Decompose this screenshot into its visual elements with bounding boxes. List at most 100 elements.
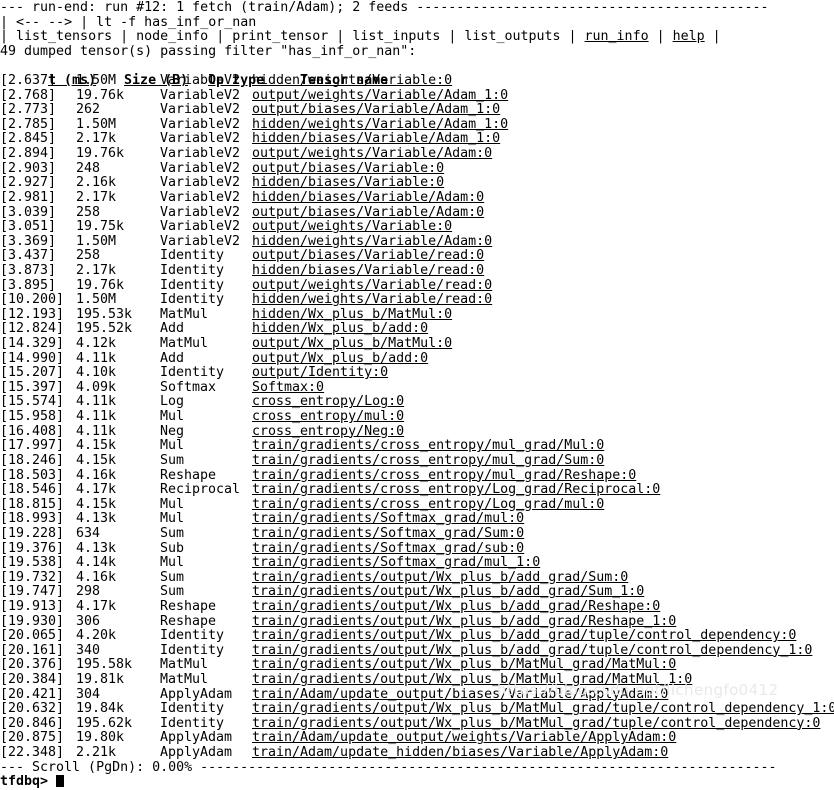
cell-size: 4.17k xyxy=(76,482,117,498)
menu-item-print-tensor[interactable]: print_tensor xyxy=(232,29,328,44)
cell-tensor-name-link[interactable]: train/gradients/output/Wx_plus_b/MatMul_… xyxy=(252,658,676,673)
cell-tensor-name-link[interactable]: train/gradients/output/Wx_plus_b/add_gra… xyxy=(252,599,660,615)
cell-op-type: Mul xyxy=(160,511,185,527)
cell-tensor-name-link[interactable]: output/Wx_plus_b/MatMul:0 xyxy=(252,336,452,352)
cell-tensor-name-link[interactable]: output/weights/Variable/Adam_1:0 xyxy=(252,88,508,104)
cell-size: 4.11k xyxy=(76,350,117,366)
cell-tensor-name-link[interactable]: output/Wx_plus_b/add:0 xyxy=(252,351,428,367)
cell-tensor-name-link[interactable]: train/gradients/cross_entropy/Log_grad/R… xyxy=(252,482,660,498)
command-prompt-line[interactable]: tfdbq> xyxy=(0,774,834,790)
cell-tensor-name-link[interactable]: output/weights/Variable/Adam:0 xyxy=(252,146,492,162)
cell-size: 258 xyxy=(76,204,101,220)
cell-tensor-name-link[interactable]: hidden/Wx_plus_b/add:0 xyxy=(252,322,428,337)
cell-tensor-name-link[interactable]: train/gradients/output/Wx_plus_b/MatMul_… xyxy=(252,702,834,717)
nav-forward-button[interactable]: --> xyxy=(48,15,72,30)
cell-size: 1.50M xyxy=(76,233,117,249)
menu-item-list-tensors[interactable]: list_tensors xyxy=(16,29,112,44)
table-row: [18.815] 4.15k Mul train/gradients/cross_en… xyxy=(0,497,834,513)
cell-size: 19.76k xyxy=(76,146,125,162)
cell-time: [18.246] xyxy=(0,452,65,468)
cell-tensor-name-link[interactable]: output/biases/Variable/Adam_1:0 xyxy=(252,103,500,118)
cell-tensor-name-link[interactable]: hidden/biases/Variable/Adam:0 xyxy=(252,190,484,206)
cell-tensor-name-link[interactable]: train/gradients/cross_entropy/mul_grad/S… xyxy=(252,453,604,469)
cell-op-type: Mul xyxy=(160,555,185,571)
text-cursor xyxy=(56,775,65,788)
cell-tensor-name-link[interactable]: output/biases/Variable/Adam:0 xyxy=(252,205,484,221)
cell-time: [19.930] xyxy=(0,613,65,629)
cell-tensor-name-link[interactable]: train/Adam/update_output/biases/Variable… xyxy=(252,687,668,703)
cell-size: 248 xyxy=(76,160,101,176)
cell-time: [17.997] xyxy=(0,438,65,454)
cell-tensor-name-link[interactable]: Softmax:0 xyxy=(252,380,324,396)
cell-time: [16.408] xyxy=(0,423,65,439)
cell-tensor-name-link[interactable]: output/weights/Variable/read:0 xyxy=(252,278,492,294)
cell-tensor-name-link[interactable]: train/gradients/output/Wx_plus_b/add_gra… xyxy=(252,614,676,630)
menu-separator: | xyxy=(112,29,137,45)
cell-tensor-name-link[interactable]: hidden/weights/Variable/read:0 xyxy=(252,293,492,308)
table-row: [15.958] 4.11k Mul cross_entropy/mul:0 xyxy=(0,409,834,425)
cell-time: [3.039] xyxy=(0,204,57,220)
cell-tensor-name-link[interactable]: hidden/biases/Variable/Adam_1:0 xyxy=(252,132,500,147)
cell-tensor-name-link[interactable]: hidden/weights/Variable:0 xyxy=(252,73,452,89)
menu-item-node-info[interactable]: node_info xyxy=(136,29,208,44)
cell-op-type: Softmax xyxy=(160,379,217,395)
cell-tensor-name-link[interactable]: output/Identity:0 xyxy=(252,366,388,381)
cell-tensor-name-link[interactable]: hidden/weights/Variable/Adam:0 xyxy=(252,234,492,250)
table-row: [2.903] 248 VariableV2 output/biases/Variab… xyxy=(0,160,834,177)
cell-size: 1.50M xyxy=(76,73,117,89)
cell-tensor-name-link[interactable]: cross_entropy/Neg:0 xyxy=(252,424,404,440)
cell-tensor-name-link[interactable]: train/gradients/Softmax_grad/Sum:0 xyxy=(252,526,524,542)
cell-tensor-name-link[interactable]: train/gradients/Softmax_grad/mul:0 xyxy=(252,512,524,527)
cell-tensor-name-link[interactable]: train/gradients/cross_entropy/mul_grad/M… xyxy=(252,439,604,454)
cell-tensor-name-link[interactable]: train/gradients/output/Wx_plus_b/add_gra… xyxy=(252,585,644,600)
cell-op-type: Sum xyxy=(160,569,185,585)
nav-back-button[interactable]: <-- xyxy=(16,15,40,30)
table-row: [18.993] 4.13k Mul train/gradients/Softmax_… xyxy=(0,512,834,527)
menu-item-list-inputs[interactable]: list_inputs xyxy=(352,29,440,44)
cell-size: 4.13k xyxy=(76,540,117,556)
cell-tensor-name-link[interactable]: cross_entropy/mul:0 xyxy=(252,409,404,425)
cell-tensor-name-link[interactable]: output/weights/Variable:0 xyxy=(252,220,452,235)
cell-op-type: Sum xyxy=(160,584,185,600)
cell-size: 304 xyxy=(76,686,101,702)
cell-time: [19.732] xyxy=(0,569,65,585)
table-row: [2.785] 1.50M VariableV2 hidden/weights/Var… xyxy=(0,117,834,133)
cell-tensor-name-link[interactable]: train/gradients/output/Wx_plus_b/MatMul_… xyxy=(252,672,692,688)
cell-tensor-name-link[interactable]: train/gradients/output/Wx_plus_b/add_gra… xyxy=(252,629,796,644)
cell-size: 19.76k xyxy=(76,277,125,293)
cell-time: [20.846] xyxy=(0,715,65,731)
table-row: [3.369] 1.50M VariableV2 hidden/weights/Var… xyxy=(0,233,834,250)
cell-tensor-name-link[interactable]: hidden/Wx_plus_b/MatMul:0 xyxy=(252,307,452,323)
cell-tensor-name-link[interactable]: train/gradients/Softmax_grad/sub:0 xyxy=(252,541,524,557)
menu-separator: | xyxy=(648,29,673,45)
cell-time: [19.747] xyxy=(0,584,65,600)
cell-tensor-name-link[interactable]: output/biases/Variable:0 xyxy=(252,161,444,177)
cell-tensor-name-link[interactable]: train/gradients/output/Wx_plus_b/MatMul_… xyxy=(252,716,820,732)
cell-tensor-name-link[interactable]: train/gradients/cross_entropy/mul_grad/R… xyxy=(252,468,636,484)
cell-op-type: Identity xyxy=(160,701,225,717)
cell-tensor-name-link[interactable]: train/gradients/output/Wx_plus_b/add_gra… xyxy=(252,570,628,586)
cell-tensor-name-link[interactable]: hidden/biases/Variable:0 xyxy=(252,176,444,191)
menu-item-help[interactable]: help xyxy=(673,29,705,44)
command-menu-bar: | list_tensors | node_info | print_tenso… xyxy=(0,29,834,45)
cell-tensor-name-link[interactable]: hidden/biases/Variable/read:0 xyxy=(252,263,484,279)
cell-time: [2.981] xyxy=(0,189,57,205)
cell-tensor-name-link[interactable]: train/Adam/update_output/weights/Variabl… xyxy=(252,731,676,746)
cell-tensor-name-link[interactable]: train/Adam/update_hidden/biases/Variable… xyxy=(252,745,668,761)
table-row: [15.574] 4.11k Log cross_entropy/Log:0 xyxy=(0,395,834,410)
cell-tensor-name-link[interactable]: train/gradients/Softmax_grad/mul_1:0 xyxy=(252,556,540,571)
cell-tensor-name-link[interactable]: hidden/weights/Variable/Adam_1:0 xyxy=(252,117,508,133)
cell-tensor-name-link[interactable]: cross_entropy/Log:0 xyxy=(252,395,404,410)
cell-size: 4.15k xyxy=(76,452,117,468)
cell-op-type: VariableV2 xyxy=(160,175,241,191)
cell-tensor-name-link[interactable]: output/biases/Variable/read:0 xyxy=(252,249,484,264)
table-row: [20.632] 19.84k Identity train/gradients/ou… xyxy=(0,702,834,717)
menu-separator: | xyxy=(440,29,465,45)
cell-op-type: Add xyxy=(160,350,185,366)
cell-time: [20.875] xyxy=(0,730,65,746)
menu-item-run-info[interactable]: run_info xyxy=(585,29,649,44)
cell-tensor-name-link[interactable]: train/gradients/output/Wx_plus_b/add_gra… xyxy=(252,643,812,659)
cell-tensor-name-link[interactable]: train/gradients/cross_entropy/Log_grad/m… xyxy=(252,497,604,513)
menu-item-list-outputs[interactable]: list_outputs xyxy=(464,29,560,44)
cell-time: [19.228] xyxy=(0,525,65,541)
